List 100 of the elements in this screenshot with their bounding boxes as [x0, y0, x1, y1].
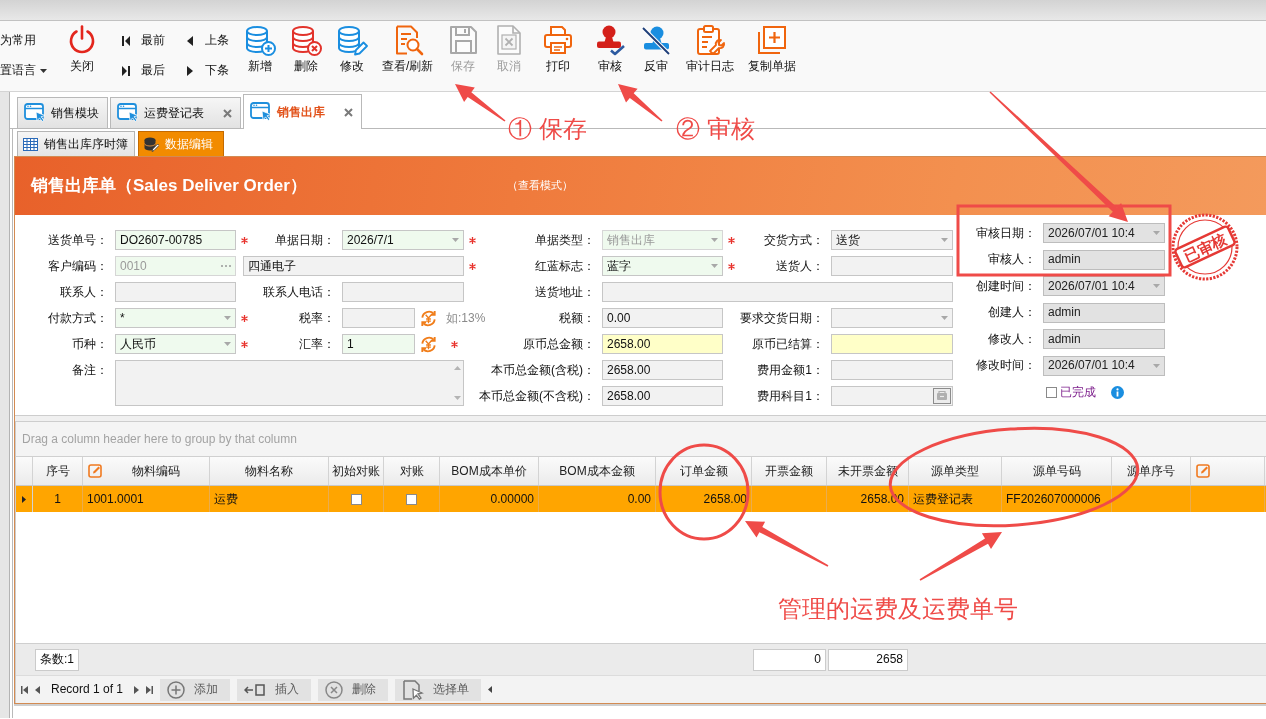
column-header[interactable]: 开票金额 [752, 457, 827, 485]
toolbar-button[interactable]: 查看/刷新 [376, 21, 440, 73]
column-header[interactable]: 源单类型 [909, 457, 1002, 485]
toolbar-button[interactable]: 复制单据 [742, 21, 803, 73]
column-header[interactable]: 物料编码 [83, 457, 210, 485]
checkbox[interactable] [350, 493, 362, 505]
navigator-button[interactable]: 删除 [318, 678, 389, 701]
text-field[interactable]: admin [1043, 329, 1165, 349]
column-header[interactable]: 源单号码 [1002, 457, 1112, 485]
checkbox[interactable] [1046, 386, 1057, 398]
toolbar-button[interactable]: 最后 [122, 63, 165, 78]
currency-refresh-icon[interactable] [419, 308, 438, 328]
field-label: 备注： [72, 363, 108, 378]
toolbar-button[interactable]: 最前 [122, 33, 165, 48]
toolbar-button[interactable]: 新增 [238, 21, 282, 73]
field-label: 单据类型： [535, 232, 595, 248]
toolbar-button[interactable]: 审计日志 [680, 21, 741, 73]
next-icon[interactable] [134, 685, 140, 694]
last-record-icon [122, 65, 130, 76]
info-icon[interactable] [1111, 385, 1124, 399]
text-field[interactable]: 2658.00 [602, 386, 723, 406]
tab[interactable]: 销售模块 [17, 97, 108, 128]
field-label: 审核日期： [976, 225, 1036, 241]
dropdown-field[interactable] [831, 308, 953, 328]
memo-field[interactable] [115, 360, 464, 406]
window-cursor-icon [24, 103, 46, 123]
text-field[interactable]: 2658.00 [602, 360, 723, 380]
next-icon [186, 65, 194, 76]
column-header[interactable]: 对账 [384, 457, 440, 485]
navigator-button[interactable]: 选择单 [395, 678, 482, 701]
text-field[interactable]: 0.00 [602, 308, 723, 328]
text-field[interactable] [831, 256, 953, 276]
tab[interactable]: 销售出库 [243, 94, 362, 129]
edit-icon[interactable] [88, 464, 102, 478]
field-label: 税额： [559, 310, 595, 326]
menu-item[interactable]: 为常用 [0, 33, 57, 48]
dropdown-field[interactable]: * [115, 308, 236, 328]
tab[interactable]: 运费登记表 [110, 97, 241, 128]
annotation-text: ① 保存 [508, 114, 587, 144]
text-field[interactable]: admin [1043, 249, 1165, 270]
toolbar-button[interactable]: 修改 [330, 21, 374, 73]
dropdown-field[interactable]: 2026/07/01 10:4 [1043, 355, 1165, 376]
checkbox[interactable] [406, 493, 417, 505]
column-header[interactable]: 序号 [33, 457, 83, 485]
text-field[interactable] [342, 308, 415, 328]
text-field[interactable]: 1 [342, 334, 415, 354]
field-label: 修改人： [988, 331, 1036, 347]
previous-icon[interactable] [35, 685, 40, 694]
last-record-icon[interactable] [146, 685, 154, 694]
text-field[interactable] [115, 282, 236, 302]
toolbar-button[interactable]: 上条 [186, 33, 229, 48]
close-icon[interactable] [344, 107, 353, 117]
text-field[interactable]: 四通电子 [243, 256, 464, 276]
tab[interactable]: 销售出库序时簿 [17, 131, 135, 156]
dropdown-field[interactable]: 2026/07/01 10:4 [1043, 223, 1165, 243]
text-field[interactable]: admin [1043, 302, 1165, 323]
dropdown-field[interactable]: 2026/7/1 [342, 230, 464, 250]
text-field[interactable]: DO2607-00785 [115, 230, 236, 250]
menu-item[interactable]: 置语言 [0, 63, 57, 78]
toolbar-button[interactable]: 打印 [536, 21, 581, 73]
edit-icon[interactable] [1196, 464, 1210, 478]
column-header[interactable]: 初始对账 [329, 457, 384, 485]
dropdown-field[interactable]: 人民币 [115, 334, 236, 354]
toolbar-button[interactable]: 关闭 [60, 21, 104, 73]
toolbar-button[interactable]: 审核 [588, 21, 633, 73]
field-label: 税率： [299, 310, 335, 326]
text-field[interactable] [602, 282, 953, 302]
first-record-icon[interactable] [21, 685, 28, 694]
dropdown-field[interactable]: 蓝字 [602, 256, 723, 276]
currency-refresh-icon[interactable] [419, 334, 438, 354]
column-header[interactable]: BOM成本金额 [539, 457, 656, 485]
dropdown-arrow-icon [224, 316, 231, 320]
field-label: 要求交货日期： [740, 310, 824, 326]
column-header[interactable]: 订单金额 [656, 457, 752, 485]
toolbar-button[interactable]: 删除 [284, 21, 328, 73]
annotation-text: 管理的运费及运费单号 [778, 594, 1018, 624]
plus-circle-icon [167, 680, 186, 699]
text-field[interactable] [342, 282, 464, 302]
dropdown-arrow-icon [452, 238, 459, 242]
left-arrow-icon[interactable] [488, 686, 493, 693]
navigator-button[interactable]: 添加 [160, 678, 231, 701]
splitter-bar[interactable] [15, 415, 1266, 422]
form-title: 销售出库单（Sales Deliver Order） [31, 175, 307, 197]
field-label: 原币已结算： [752, 336, 824, 352]
field-label: 交货方式： [764, 232, 824, 248]
field-label: 费用金额1： [757, 362, 824, 378]
navigator-button[interactable]: 插入 [237, 678, 312, 701]
column-header[interactable]: BOM成本单价 [440, 457, 539, 485]
toolbar-button[interactable]: 下条 [186, 63, 229, 78]
column-header[interactable]: 物料名称 [210, 457, 329, 485]
dropdown-field[interactable]: 送货 [831, 230, 953, 250]
field-label: 币种： [72, 336, 108, 352]
field-label: 创建人： [988, 305, 1036, 320]
close-icon[interactable] [223, 108, 232, 118]
text-field[interactable] [831, 360, 953, 380]
toolbar-button[interactable]: 反审 [634, 21, 679, 73]
text-field[interactable]: 2658.00 [602, 334, 723, 354]
text-field[interactable] [831, 334, 953, 354]
picker-field[interactable] [831, 386, 953, 406]
dropdown-field[interactable]: 2026/07/01 10:4 [1043, 276, 1165, 296]
